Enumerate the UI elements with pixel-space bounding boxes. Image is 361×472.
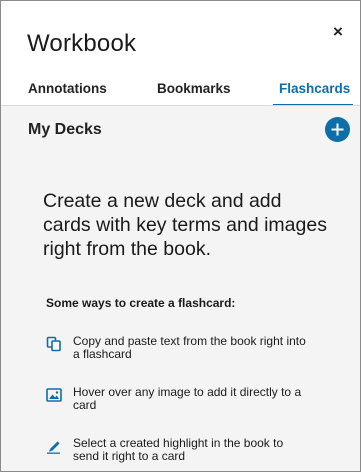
flashcards-content: My Decks Create a new deck and add cards… — [1, 106, 360, 471]
close-icon: × — [333, 21, 343, 41]
tab-bar: Annotations Bookmarks Flashcards — [1, 73, 360, 107]
tip-text: Select a created highlight in the book t… — [73, 436, 284, 463]
close-button[interactable]: × — [330, 21, 346, 41]
highlighter-icon — [47, 441, 60, 454]
tab-bookmarks[interactable]: Bookmarks — [157, 81, 231, 96]
tab-annotations[interactable]: Annotations — [28, 81, 107, 96]
tip-text: Hover over any image to add it directly … — [73, 385, 302, 412]
ways-heading: Some ways to create a flashcard: — [46, 296, 236, 310]
workbook-panel: Workbook × Annotations Bookmarks Flashca… — [0, 0, 361, 472]
decks-title: My Decks — [28, 121, 102, 138]
tip-item: Hover over any image to add it directly … — [46, 386, 306, 412]
image-icon — [46, 388, 62, 402]
panel-header: Workbook × Annotations Bookmarks Flashca… — [1, 1, 360, 107]
panel-title: Workbook — [27, 30, 137, 57]
tab-flashcards[interactable]: Flashcards — [279, 81, 350, 96]
plus-icon — [331, 123, 344, 136]
copy-icon — [46, 336, 61, 352]
empty-state-message: Create a new deck and add cards with key… — [43, 190, 327, 260]
decks-bar: My Decks — [1, 106, 360, 154]
tip-item: Copy and paste text from the book right … — [46, 335, 306, 361]
add-deck-button[interactable] — [325, 117, 350, 142]
tip-text: Copy and paste text from the book right … — [73, 334, 306, 361]
tip-item: Select a created highlight in the book t… — [46, 437, 306, 463]
